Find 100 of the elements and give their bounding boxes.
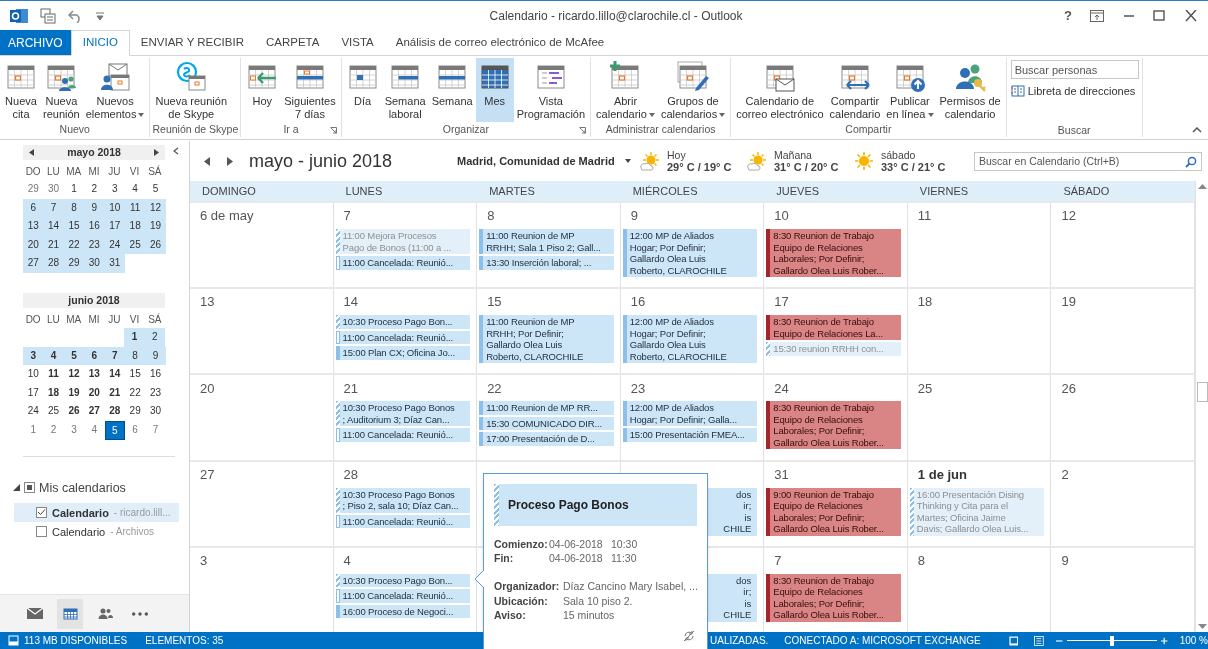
date-cell[interactable]: 5 [145, 180, 166, 199]
date-cell[interactable]: 19 [145, 217, 166, 236]
ribbon-tab[interactable]: Análisis de correo electrónico de McAfee [384, 30, 616, 55]
ribbon-tab[interactable]: INICIO [70, 30, 130, 56]
ribbon-button[interactable]: Nueva reunión de Skype [152, 58, 231, 122]
date-cell[interactable]: 4 [43, 346, 64, 366]
expand-icon[interactable] [13, 484, 20, 492]
date-cell[interactable]: 30 [145, 402, 166, 421]
date-cell[interactable]: 10 [23, 365, 44, 384]
search-field[interactable]: Buscar personas [1010, 60, 1139, 79]
date-cell[interactable]: 1 [124, 327, 145, 347]
calendar-event[interactable]: 11:00 Cancelada: Reunió... [335, 330, 471, 345]
date-cell[interactable]: 10 [104, 198, 125, 218]
calendar-event[interactable]: 12:00 MP de Aliados Hogar; Por Definir; Galla... [622, 401, 758, 427]
tree-label[interactable]: Mis calendarios [39, 478, 126, 498]
date-cell[interactable]: 16 [145, 365, 166, 384]
date-cell[interactable]: 3 [23, 346, 44, 366]
calendar-event[interactable]: 11:00 Cancelada: Reunió... [335, 428, 471, 442]
date-cell[interactable]: 31 [104, 254, 125, 273]
calendar-event[interactable]: 12:00 MP de Aliados Hogar; Por Definir; Gallardo Olea Luis Roberto, CLAROCHILE [622, 315, 758, 364]
date-cell[interactable]: 7 [145, 420, 166, 440]
calendar-event[interactable]: 10:30 Proceso Pago Bonos ; Auditorium 3; Díaz Can... [335, 401, 471, 427]
date-cell[interactable]: 26 [63, 402, 85, 421]
calendar-event[interactable]: 10:30 Proceso Pago Bon... [335, 573, 471, 588]
ribbon-button[interactable]: Nueva reunión [40, 58, 83, 122]
date-cell[interactable]: 18 [124, 217, 146, 236]
date-cell[interactable]: 13 [84, 365, 105, 384]
date-cell[interactable]: 25 [43, 402, 64, 421]
date-cell[interactable]: 5 [104, 420, 125, 440]
date-cell[interactable]: 7 [104, 346, 125, 366]
calendar-event[interactable]: 11:00 Cancelada: Reunió... [335, 589, 471, 603]
date-cell[interactable]: 27 [84, 402, 105, 421]
launcher-icon[interactable] [329, 127, 337, 134]
date-cell[interactable]: 24 [104, 235, 125, 255]
date-cell[interactable]: 21 [43, 235, 64, 255]
calendar-event[interactable]: 17:00 Presentación de D... [479, 432, 614, 446]
date-cell[interactable]: 29 [63, 254, 85, 273]
ribbon-button[interactable]: Semana [428, 58, 476, 122]
date-cell[interactable]: 16 [84, 217, 105, 236]
date-cell[interactable]: 2 [144, 327, 165, 347]
calendar-event[interactable]: 8:30 Reunion de Trabajo Equipo de Relaciones La... [766, 315, 901, 341]
date-cell[interactable]: 6 [124, 420, 146, 440]
scroll-down-icon[interactable] [1197, 624, 1207, 629]
date-cell[interactable]: 7 [43, 198, 64, 218]
zoom-slider-thumb[interactable] [1109, 635, 1114, 646]
date-cell[interactable]: 22 [63, 235, 85, 255]
calendar-event[interactable]: 10:30 Proceso Pago Bonos ; Piso 2, sala 10; Díaz Can... [335, 487, 471, 513]
ribbon-button[interactable]: Publicar en línea [883, 58, 937, 122]
ribbon-button[interactable]: Calendario de correo electrónico [733, 58, 827, 122]
date-cell[interactable]: 24 [23, 402, 44, 421]
ribbon-button[interactable]: Vista Programación [513, 58, 589, 122]
date-cell[interactable]: 3 [104, 180, 125, 199]
ribbon-tab[interactable]: VISTA [330, 30, 385, 55]
ribbon-tab[interactable]: CARPETA [254, 30, 331, 55]
calendar-event[interactable]: 8:30 Reunion de Trabajo Equipo de Relaciones Laborales; Por Definir; Gallardo Olea Luis Rober... [766, 573, 901, 622]
date-cell[interactable]: 19 [63, 383, 85, 403]
ribbon-tab[interactable]: ENVIAR Y RECIBIR [129, 30, 255, 55]
date-cell[interactable]: 15 [124, 365, 146, 384]
date-cell[interactable]: 17 [104, 217, 125, 236]
calendar-nav-button[interactable] [57, 598, 83, 629]
ribbon-button[interactable]: Siguientes 7 días [281, 58, 339, 122]
date-cell[interactable]: 11 [124, 198, 146, 218]
scroll-up-icon[interactable] [1197, 184, 1207, 189]
date-cell[interactable]: 8 [63, 198, 85, 218]
ribbon-button[interactable]: Abrir calendario [593, 58, 658, 122]
help-button[interactable]: ? [1058, 5, 1078, 26]
date-cell[interactable]: 2 [43, 420, 64, 440]
calendar-list-item[interactable]: Calendario - Archivos [14, 522, 179, 542]
ribbon-button[interactable]: Hoy [243, 58, 282, 122]
calendar-event[interactable]: 15:30 COMUNICADO DIR... [479, 416, 614, 431]
date-cell[interactable]: 11 [43, 365, 64, 384]
ribbon-button[interactable]: Día [343, 58, 382, 122]
date-cell[interactable]: 14 [43, 217, 64, 236]
ribbon-button[interactable]: Permisos de calendario [936, 58, 1004, 122]
scrollbar[interactable] [1195, 181, 1208, 632]
scrollbar-thumb[interactable] [1196, 381, 1208, 402]
date-cell[interactable]: 27 [23, 254, 44, 273]
calendar-event[interactable]: 10:30 Proceso Pago Bon... [335, 315, 471, 329]
file-tab[interactable]: ARCHIVO [0, 30, 71, 55]
date-cell[interactable]: 23 [84, 235, 105, 255]
ribbon-button[interactable]: Semana laboral [381, 58, 429, 122]
ribbon-button[interactable]: Nueva cita [2, 58, 40, 122]
date-cell[interactable]: 1 [23, 420, 44, 440]
date-cell[interactable]: 21 [104, 383, 125, 403]
date-cell[interactable]: 25 [124, 235, 146, 255]
date-cell[interactable]: 28 [104, 402, 125, 421]
calendar-event[interactable]: 8:30 Reunion de Trabajo Equipo de Relaciones Laborales; Por Definir; Gallardo Olea Luis Rober... [766, 229, 901, 277]
calendar-event[interactable]: 8:30 Reunion de Trabajo Equipo de Relaciones Laborales; Por Definir; Gallardo Olea Luis Rober... [766, 401, 901, 450]
date-cell[interactable]: 6 [84, 346, 105, 366]
date-cell[interactable]: 12 [63, 365, 85, 384]
date-cell[interactable]: 9 [145, 346, 166, 366]
calendar-event[interactable]: 11:00 Reunion de MP RRHH; Sala 1 Piso 2; Gall... [479, 229, 614, 254]
calendar-event[interactable]: 11:00 Reunion de MP RR... [479, 401, 614, 415]
ribbon-button[interactable]: Nuevos elementos [82, 58, 148, 122]
calendar-event[interactable]: 9:00 Reunion de Trabajo Equipo de Relaciones Laborales; Por Definir; Gallardo Olea Luis Rober... [766, 487, 901, 536]
date-cell[interactable]: 1 [63, 180, 85, 199]
date-cell[interactable]: 30 [43, 180, 64, 199]
date-cell[interactable]: 17 [23, 383, 44, 403]
calendar-list-item[interactable]: Calendario - ricardo.lill... [14, 503, 179, 523]
date-cell[interactable]: 18 [43, 383, 64, 403]
